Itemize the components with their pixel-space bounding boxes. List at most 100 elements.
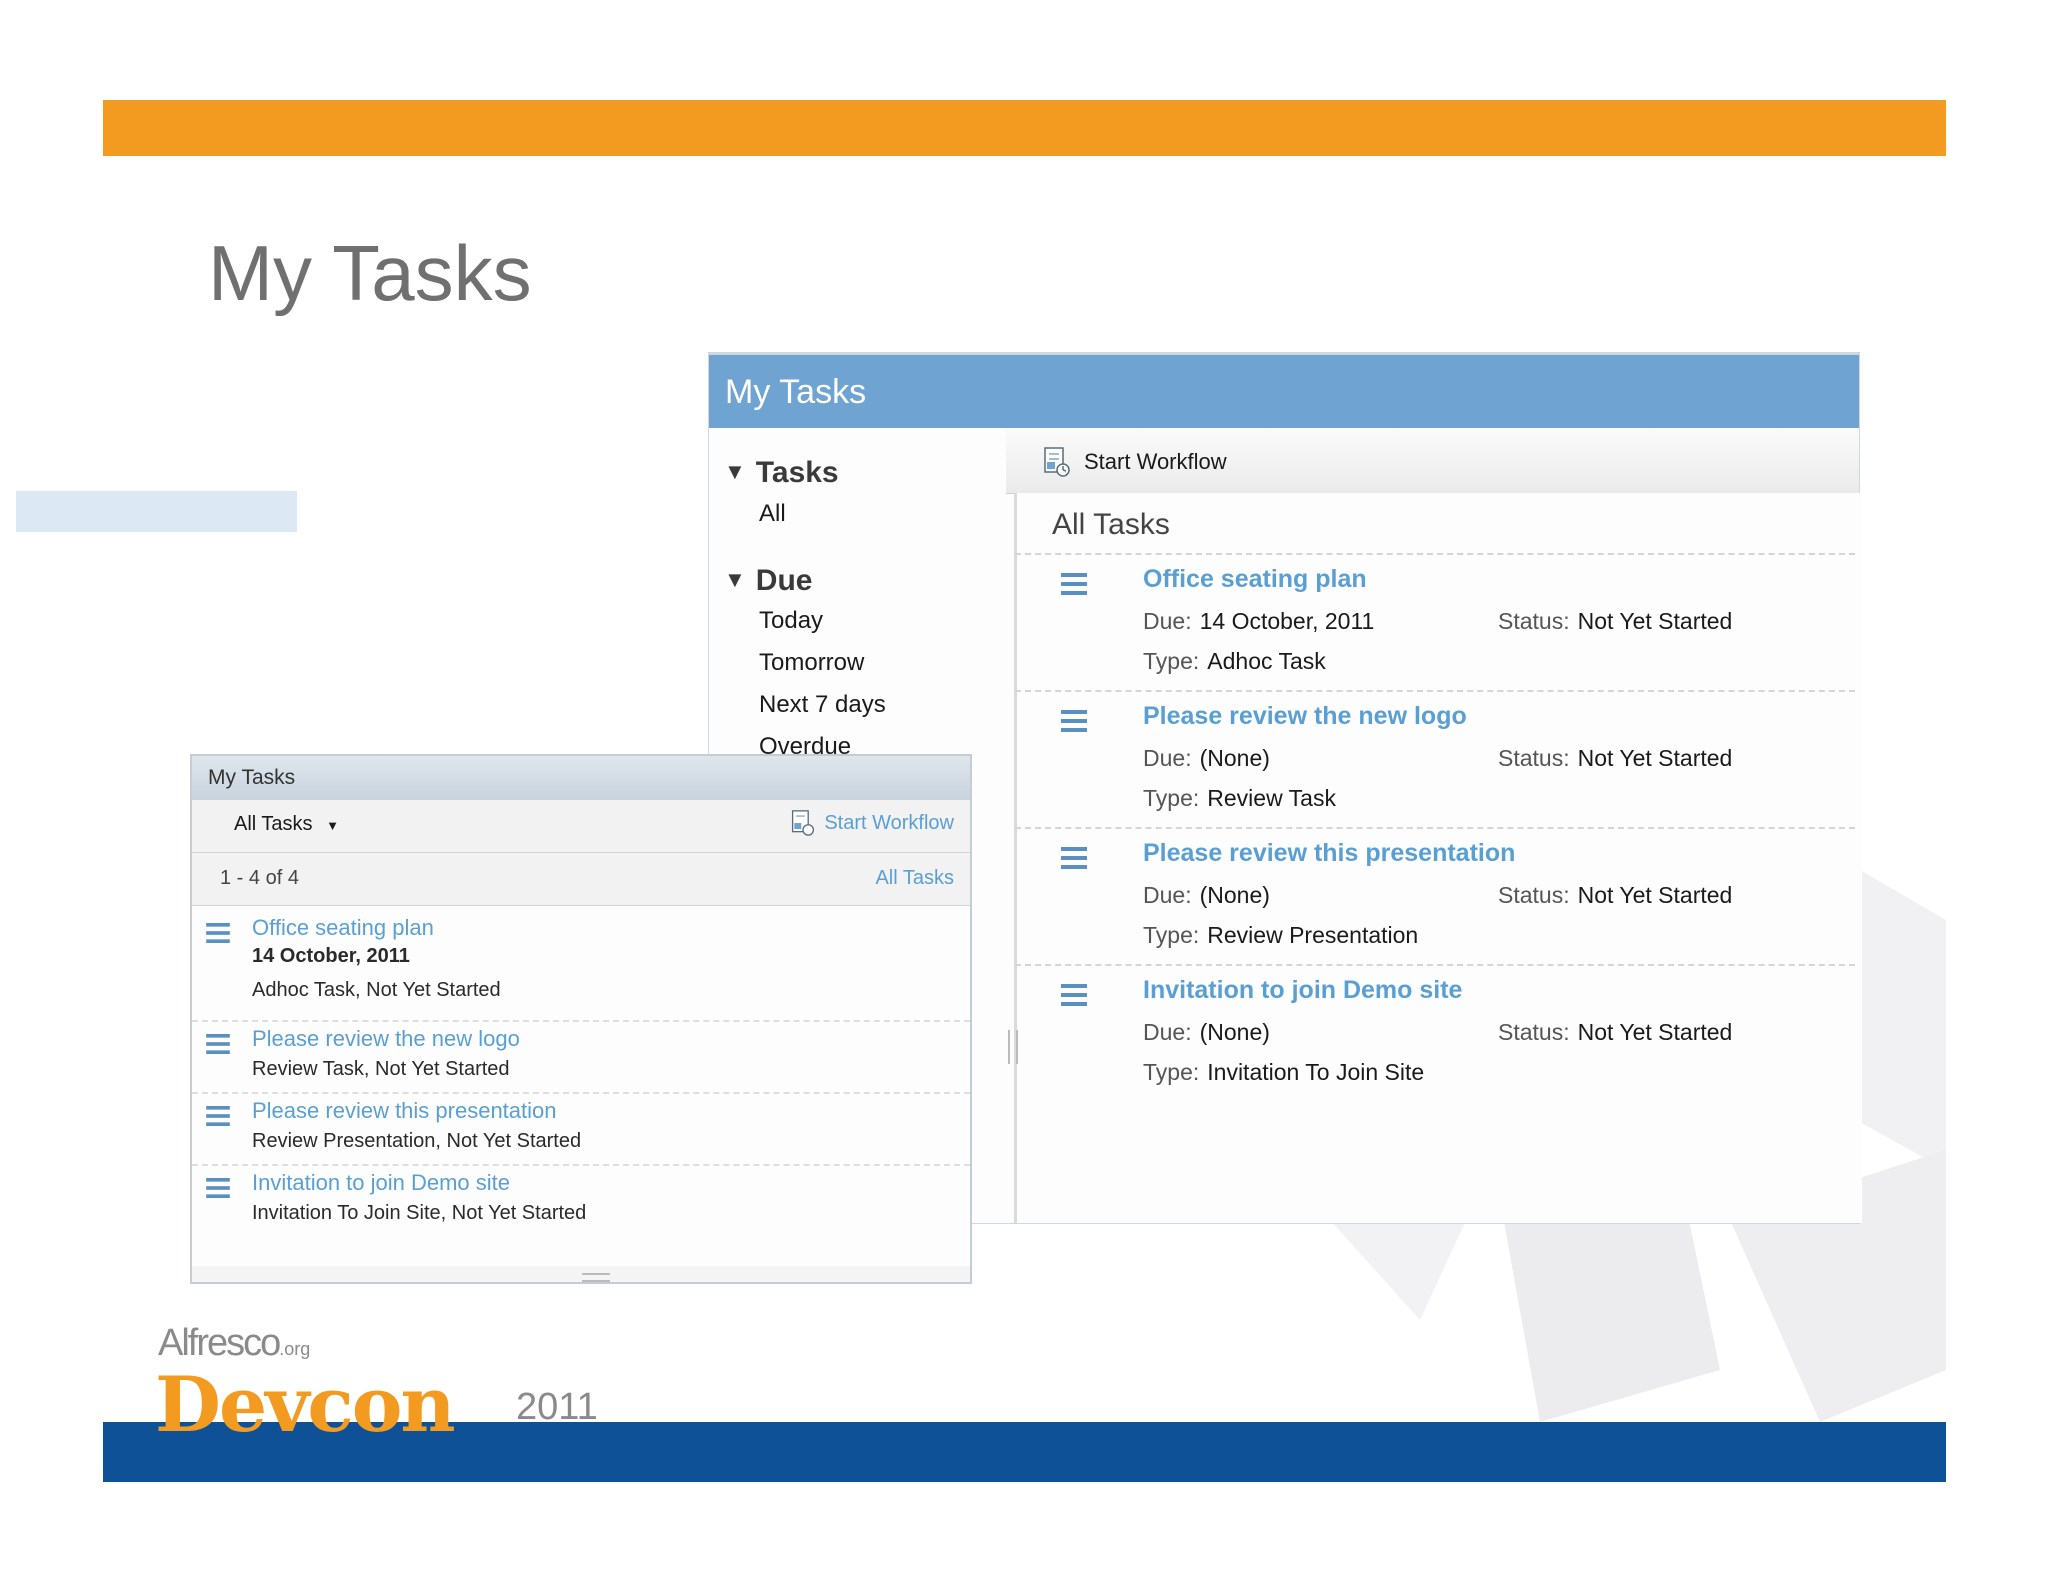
all-tasks-link[interactable]: All Tasks [875, 867, 954, 890]
task-row: Please review the new logo Due: (None) St… [1015, 690, 1855, 828]
filter-item-next-7-days[interactable]: Next 7 days [759, 691, 886, 719]
task-title-link[interactable]: Invitation to join Demo site [252, 1170, 510, 1196]
type-label: Type: [1143, 922, 1200, 948]
task-list-icon [206, 1034, 230, 1054]
slide-title: My Tasks [208, 229, 532, 317]
task-list-icon [1061, 710, 1087, 732]
task-type: Type: Adhoc Task [1143, 648, 1326, 675]
dashlet-title: My Tasks [725, 373, 867, 411]
task-status: Status: Not Yet Started [1498, 608, 1732, 635]
triangle-down-icon: ▼ [724, 567, 746, 592]
dashlet-header: My Tasks [192, 756, 970, 801]
due-label: Due: [1143, 882, 1192, 908]
filter-item-today[interactable]: Today [759, 607, 823, 635]
filter-heading-due[interactable]: ▼ Due [724, 564, 812, 598]
task-row: Office seating plan 14 October, 2011 Adh… [192, 905, 970, 1010]
task-due-date: 14 October, 2011 [252, 945, 410, 967]
due-value: 14 October, 2011 [1199, 608, 1375, 634]
task-type: Type: Invitation To Join Site [1143, 1059, 1424, 1086]
task-status: Status: Not Yet Started [1498, 1019, 1732, 1046]
task-status: Status: Not Yet Started [1498, 745, 1732, 772]
task-list-icon [1061, 847, 1087, 869]
type-label: Type: [1143, 785, 1200, 811]
task-list-icon [206, 923, 230, 943]
task-type: Type: Review Task [1143, 785, 1336, 812]
task-title-link[interactable]: Office seating plan [252, 915, 434, 941]
task-filter-dropdown[interactable]: All Tasks ▼ [234, 813, 339, 836]
task-meta: Review Presentation, Not Yet Started [252, 1130, 582, 1152]
task-meta: Review Task, Not Yet Started [252, 1058, 510, 1080]
type-label: Type: [1143, 648, 1200, 674]
task-list-icon [206, 1106, 230, 1126]
type-value: Adhoc Task [1207, 648, 1326, 674]
dashlet-footer [192, 1266, 970, 1282]
task-row: Please review this presentation Review P… [192, 1092, 970, 1166]
devcon-logo: Devcon [155, 1360, 456, 1449]
start-workflow-label: Start Workflow [1084, 449, 1227, 474]
task-row: Please review the new logo Review Task, … [192, 1020, 970, 1094]
task-row: Please review this presentation Due: (Non… [1015, 827, 1855, 965]
due-value: (None) [1199, 882, 1270, 908]
filter-item-tomorrow[interactable]: Tomorrow [759, 649, 864, 677]
task-title-link[interactable]: Invitation to join Demo site [1143, 976, 1462, 1005]
task-title-link[interactable]: Please review the new logo [1143, 702, 1467, 731]
status-value: Not Yet Started [1577, 745, 1733, 771]
task-due: Due: (None) [1143, 882, 1270, 909]
task-filter-value: All Tasks [234, 813, 313, 835]
status-value: Not Yet Started [1577, 1019, 1733, 1045]
dashlet-resize-handle[interactable] [582, 1273, 610, 1282]
dashlet-header: My Tasks [709, 353, 1859, 430]
due-label: Due: [1143, 1019, 1192, 1045]
devcon-year: 2011 [516, 1386, 598, 1428]
top-accent-bar [103, 100, 1946, 156]
task-list-icon [206, 1178, 230, 1198]
task-row: Invitation to join Demo site Invitation … [192, 1164, 970, 1238]
status-label: Status: [1498, 882, 1570, 908]
due-value: (None) [1199, 745, 1270, 771]
workflow-icon [792, 810, 815, 836]
task-type: Type: Review Presentation [1143, 922, 1418, 949]
task-title-link[interactable]: Please review this presentation [252, 1098, 557, 1124]
task-title-link[interactable]: Please review the new logo [252, 1026, 520, 1052]
start-workflow-label: Start Workflow [824, 811, 954, 834]
task-title-link[interactable]: Please review this presentation [1143, 839, 1515, 868]
filter-item-all[interactable]: All [759, 500, 786, 528]
dashlet-toolbar: Start Workflow [1006, 428, 1859, 494]
paging-bar: 1 - 4 of 4 All Tasks [192, 853, 970, 906]
type-value: Review Task [1207, 785, 1336, 811]
my-tasks-dashlet-small: My Tasks All Tasks ▼ Start Workflow 1 - … [190, 754, 972, 1284]
task-due: Due: (None) [1143, 745, 1270, 772]
status-label: Status: [1498, 745, 1570, 771]
type-value: Review Presentation [1207, 922, 1419, 948]
workflow-icon [1044, 447, 1070, 477]
start-workflow-button[interactable]: Start Workflow [1042, 446, 1227, 478]
due-value: (None) [1199, 1019, 1270, 1045]
start-workflow-button[interactable]: Start Workflow [790, 809, 954, 837]
status-value: Not Yet Started [1577, 608, 1733, 634]
due-label: Due: [1143, 608, 1192, 634]
type-label: Type: [1143, 1059, 1200, 1085]
status-label: Status: [1498, 608, 1570, 634]
task-title-link[interactable]: Office seating plan [1143, 565, 1367, 594]
selected-filter-highlight [16, 491, 297, 532]
task-meta: Invitation To Join Site, Not Yet Started [252, 1202, 587, 1224]
task-row: Invitation to join Demo site Due: (None) … [1015, 964, 1855, 1102]
task-list-title: All Tasks [1052, 508, 1170, 541]
caret-down-icon: ▼ [326, 818, 339, 833]
task-meta: Adhoc Task, Not Yet Started [252, 979, 501, 1001]
due-label: Due: [1143, 745, 1192, 771]
dashlet-title: My Tasks [208, 766, 296, 789]
task-row: Office seating plan Due: 14 October, 2011… [1015, 553, 1855, 691]
status-label: Status: [1498, 1019, 1570, 1045]
type-value: Invitation To Join Site [1207, 1059, 1425, 1085]
status-value: Not Yet Started [1577, 882, 1733, 908]
task-status: Status: Not Yet Started [1498, 882, 1732, 909]
paging-info: 1 - 4 of 4 [220, 867, 299, 889]
triangle-down-icon: ▼ [724, 459, 746, 484]
filter-heading-tasks[interactable]: ▼ Tasks [724, 456, 839, 490]
task-list-icon [1061, 573, 1087, 595]
task-due: Due: (None) [1143, 1019, 1270, 1046]
alfresco-logo-text: Alfresco.org [158, 1322, 311, 1364]
task-due: Due: 14 October, 2011 [1143, 608, 1374, 635]
dashlet-toolbar: All Tasks ▼ Start Workflow [192, 800, 970, 853]
